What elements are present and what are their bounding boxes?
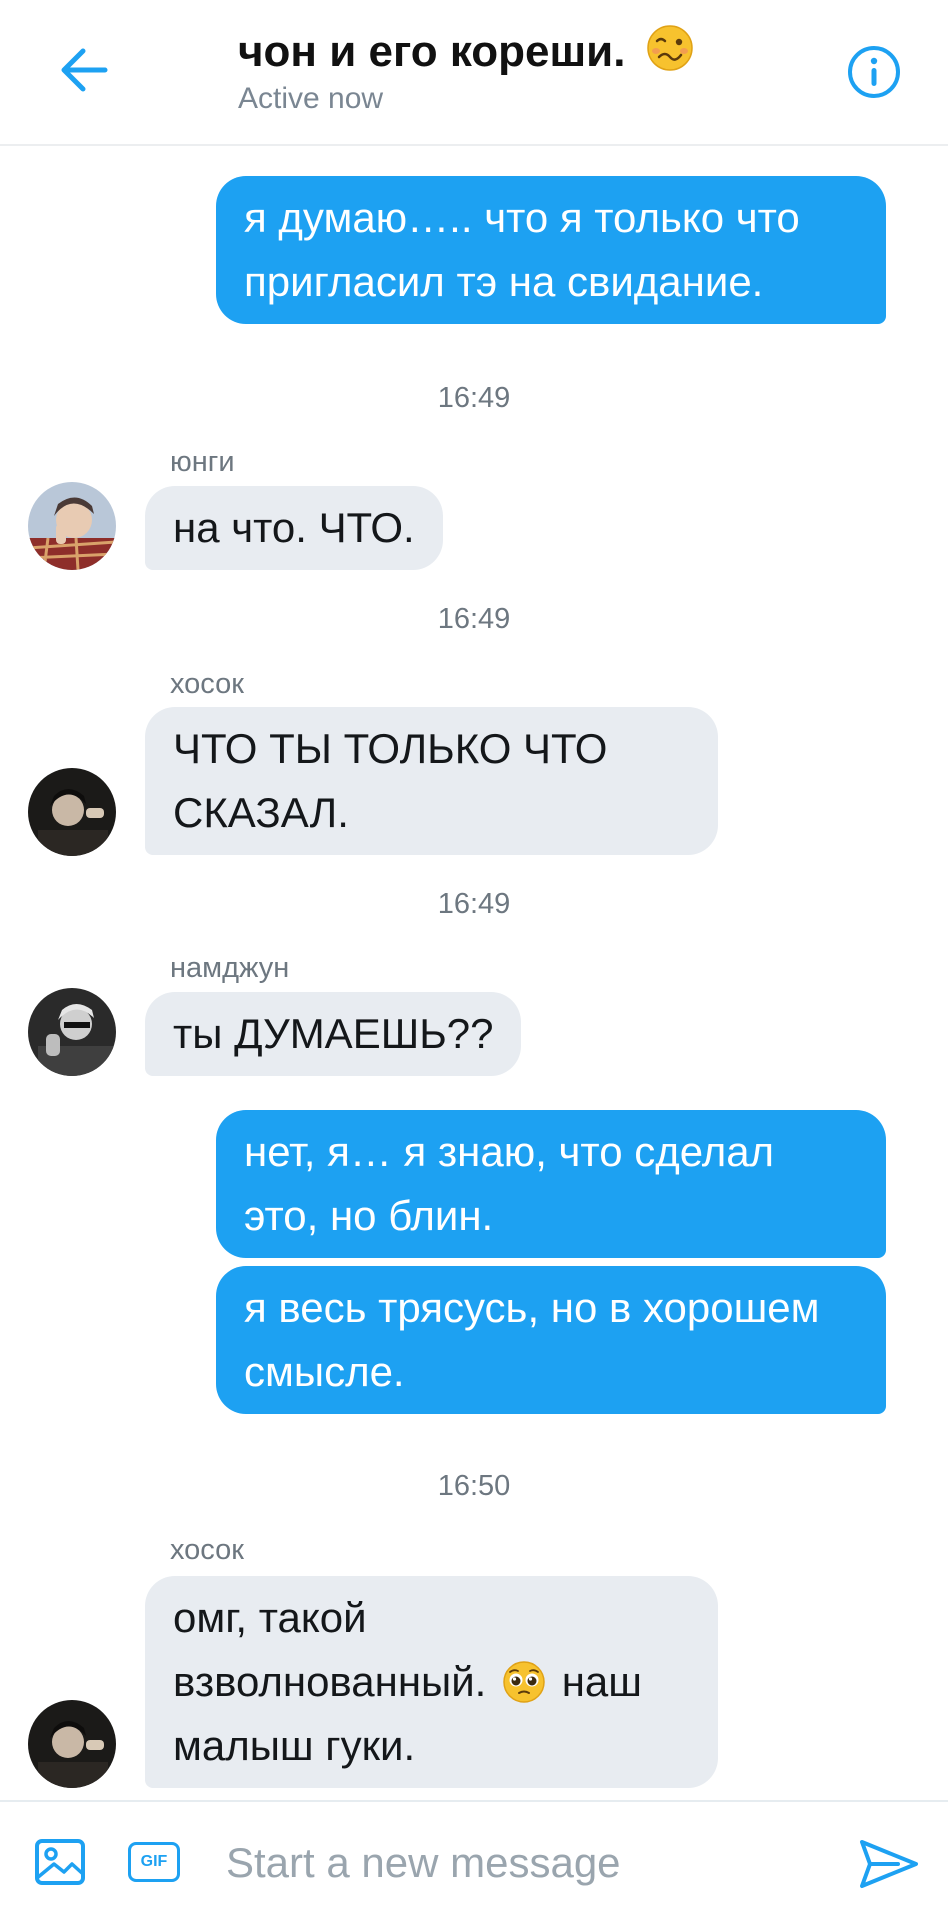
message-line: нет, я… я знаю, что сделал bbox=[244, 1128, 775, 1175]
timestamp: 16:49 bbox=[437, 888, 511, 920]
message-bubble-outgoing[interactable]: нет, я… я знаю, что сделал это, но блин. bbox=[216, 1110, 886, 1258]
sender-name: хосок bbox=[170, 668, 244, 700]
message-bubble-outgoing[interactable]: я думаю….. что я только что пригласил тэ… bbox=[216, 176, 886, 324]
avatar-hoseok[interactable] bbox=[28, 1700, 116, 1788]
message-line: это, но блин. bbox=[244, 1192, 494, 1239]
gif-button[interactable]: GIF bbox=[128, 1842, 180, 1882]
message-line: ты ДУМАЕШЬ?? bbox=[173, 1010, 494, 1057]
conversation-header: чон и его кореши. Active now bbox=[0, 0, 948, 146]
message-text: взволнованный. bbox=[173, 1658, 487, 1705]
avatar-image bbox=[28, 988, 116, 1076]
pleading-face-emoji-icon bbox=[503, 1661, 545, 1703]
active-status: Active now bbox=[238, 82, 384, 115]
timestamp: 16:49 bbox=[437, 603, 511, 635]
timestamp: 16:50 bbox=[437, 1470, 511, 1502]
message-composer: GIF bbox=[0, 1800, 948, 1920]
message-line: пригласил тэ на свидание. bbox=[244, 258, 764, 305]
message-line: малыш гуки. bbox=[173, 1722, 416, 1769]
message-bubble-incoming[interactable]: ЧТО ТЫ ТОЛЬКО ЧТО СКАЗАЛ. bbox=[145, 707, 718, 855]
sender-name: хосок bbox=[170, 1534, 244, 1566]
avatar-image bbox=[28, 768, 116, 856]
image-icon[interactable] bbox=[32, 1834, 88, 1890]
woozy-face-emoji-icon bbox=[646, 25, 693, 71]
avatar-image bbox=[28, 482, 116, 570]
avatar-namjoon[interactable] bbox=[28, 988, 116, 1076]
sender-name: юнги bbox=[170, 446, 235, 478]
back-button[interactable] bbox=[52, 38, 116, 102]
send-icon[interactable] bbox=[858, 1836, 920, 1892]
message-line: я думаю….. что я только что bbox=[244, 194, 800, 241]
message-line: на что. ЧТО. bbox=[173, 504, 415, 551]
message-input[interactable] bbox=[226, 1832, 806, 1894]
message-bubble-incoming[interactable]: ты ДУМАЕШЬ?? bbox=[145, 992, 522, 1076]
message-line: взволнованный. наш bbox=[173, 1650, 690, 1714]
message-line: омг, такой bbox=[173, 1594, 367, 1641]
message-bubble-incoming[interactable]: на что. ЧТО. bbox=[145, 486, 443, 570]
message-line: я весь трясусь, но в хорошем bbox=[244, 1284, 820, 1331]
message-bubble-outgoing[interactable]: я весь трясусь, но в хорошем смысле. bbox=[216, 1266, 886, 1414]
message-list[interactable]: я думаю….. что я только что пригласил тэ… bbox=[0, 148, 948, 1800]
message-text: наш bbox=[561, 1658, 642, 1705]
timestamp: 16:49 bbox=[437, 382, 511, 414]
message-line: ЧТО ТЫ ТОЛЬКО ЧТО bbox=[173, 725, 608, 772]
avatar-hoseok[interactable] bbox=[28, 768, 116, 856]
message-line: СКАЗАЛ. bbox=[173, 789, 349, 836]
info-button[interactable] bbox=[846, 44, 902, 100]
back-arrow-icon bbox=[61, 48, 108, 92]
message-bubble-incoming[interactable]: омг, такой взволнованный. наш малыш гуки… bbox=[145, 1576, 718, 1788]
conversation-title: чон и его кореши. bbox=[238, 24, 694, 77]
avatar-yoongi[interactable] bbox=[28, 482, 116, 570]
message-line: смысле. bbox=[244, 1348, 405, 1395]
avatar-image bbox=[28, 1700, 116, 1788]
sender-name: намджун bbox=[170, 952, 290, 984]
conversation-title-text: чон и его кореши. bbox=[238, 27, 626, 76]
